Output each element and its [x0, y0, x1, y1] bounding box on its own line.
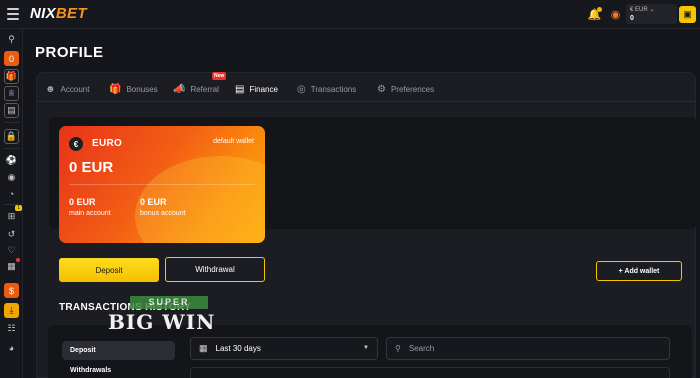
tab-finance[interactable]: ▤ Finance [235, 79, 278, 99]
add-wallet-button[interactable]: + Add wallet [596, 261, 682, 281]
gift-icon[interactable]: 🎁 [4, 69, 19, 84]
results-table [190, 367, 670, 378]
top-bar: NIXBET 🔔 ◉ € EUR ⌄ 0 ▣ [0, 0, 700, 29]
wallet-card[interactable]: € EURO default wallet 0 EUR 0 EUR main a… [59, 126, 265, 243]
default-wallet-label: default wallet [213, 138, 254, 145]
gear-icon: ⚙ [377, 83, 386, 95]
search-field[interactable]: ⚲ [386, 337, 670, 360]
tab-account[interactable]: ☻ Account [45, 79, 89, 99]
bonus-account: 0 EUR bonus account [140, 197, 186, 217]
transactions-type-list: Deposit Withdrawals [62, 340, 176, 378]
live-icon[interactable]: ◉ [4, 170, 19, 185]
logo-accent: BET [55, 5, 87, 22]
crown-icon[interactable]: ♕ [4, 86, 19, 101]
user-icon: ☻ [45, 83, 56, 95]
balance-currency: EUR [635, 7, 648, 13]
wallet-currency-name: EURO [92, 138, 123, 149]
hamburger-menu-icon[interactable] [7, 8, 19, 20]
calendar-icon: ▦ [199, 343, 208, 353]
bell-icon[interactable]: 🔔 [585, 5, 604, 24]
super-big-win-watermark: SUPER BIG WIN [108, 296, 230, 334]
lock-icon[interactable]: 🔒 [4, 129, 19, 144]
wallet-button[interactable]: ▣ [679, 6, 696, 23]
news-icon[interactable]: ▦ [4, 258, 20, 274]
sidebar: ⚲ 0 🎁 ♕ ▤ 🔒 ⚽ ◉ ◔ ⊞ 1 ↺ ♡ ▦ $ ⤓ ☷ ◕ [0, 29, 23, 378]
watermark-main: BIG WIN [108, 310, 216, 334]
chat-icon[interactable]: ☷ [4, 321, 19, 336]
tab-preferences[interactable]: ⚙ Preferences [377, 79, 434, 99]
badge: 1 [15, 205, 22, 211]
list-item-deposit[interactable]: Deposit [62, 341, 175, 360]
sidebar-divider [4, 148, 19, 149]
watermark-top: SUPER [130, 296, 208, 309]
logo[interactable]: NIXBET [30, 5, 87, 22]
dollar-icon[interactable]: $ [4, 283, 19, 298]
page-title: PROFILE [35, 44, 104, 61]
history-icon[interactable]: ↺ [4, 227, 19, 242]
main-account: 0 EUR main account [69, 197, 111, 217]
date-range-value: Last 30 days [215, 344, 261, 353]
sports-icon[interactable]: ⚽ [4, 153, 19, 168]
sidebar-divider [4, 122, 19, 123]
card-divider [69, 184, 255, 185]
wallet-amount: 0 EUR [69, 159, 114, 176]
tab-transactions[interactable]: ◎ Transactions [297, 79, 356, 99]
balance-amount: 0 [630, 15, 634, 22]
date-range-select[interactable]: ▦ Last 30 days ▼ [190, 337, 378, 360]
megaphone-icon: 📣 [173, 83, 186, 95]
euro-icon: € [69, 137, 83, 151]
logo-main: NIX [30, 5, 56, 22]
search-icon: ⚲ [395, 344, 401, 353]
gift-box-icon[interactable]: ⊞ 1 [4, 205, 22, 224]
notification-dot [16, 258, 20, 262]
heart-icon[interactable]: ♡ [4, 243, 19, 258]
tab-referral[interactable]: 📣 Referral [173, 79, 219, 99]
gift-icon: 🎁 [109, 83, 122, 95]
speedometer-icon[interactable]: ◔ [4, 186, 19, 201]
deposit-button[interactable]: Deposit [59, 258, 159, 282]
list-item-withdrawals[interactable]: Withdrawals [62, 361, 175, 378]
casino-chip-icon[interactable]: 0 [4, 51, 19, 66]
wallet-icon: ▤ [235, 83, 245, 95]
coin-icon[interactable]: ◉ [606, 5, 625, 24]
shop-icon[interactable]: ▤ [4, 103, 19, 118]
new-badge: New [212, 72, 227, 80]
download-icon[interactable]: ⤓ [4, 303, 19, 318]
search-input[interactable] [408, 344, 649, 353]
tabs-divider [37, 101, 695, 102]
search-icon[interactable]: ⚲ [4, 32, 19, 47]
coins-icon: ◎ [297, 83, 306, 95]
tab-bonuses[interactable]: 🎁 Bonuses [109, 79, 158, 99]
withdrawal-button[interactable]: Withdrawal [165, 257, 265, 282]
chevron-down-icon: ▼ [363, 345, 369, 351]
balance-selector[interactable]: € EUR ⌄ 0 [626, 4, 677, 24]
globe-icon[interactable]: ◕ [4, 340, 19, 355]
